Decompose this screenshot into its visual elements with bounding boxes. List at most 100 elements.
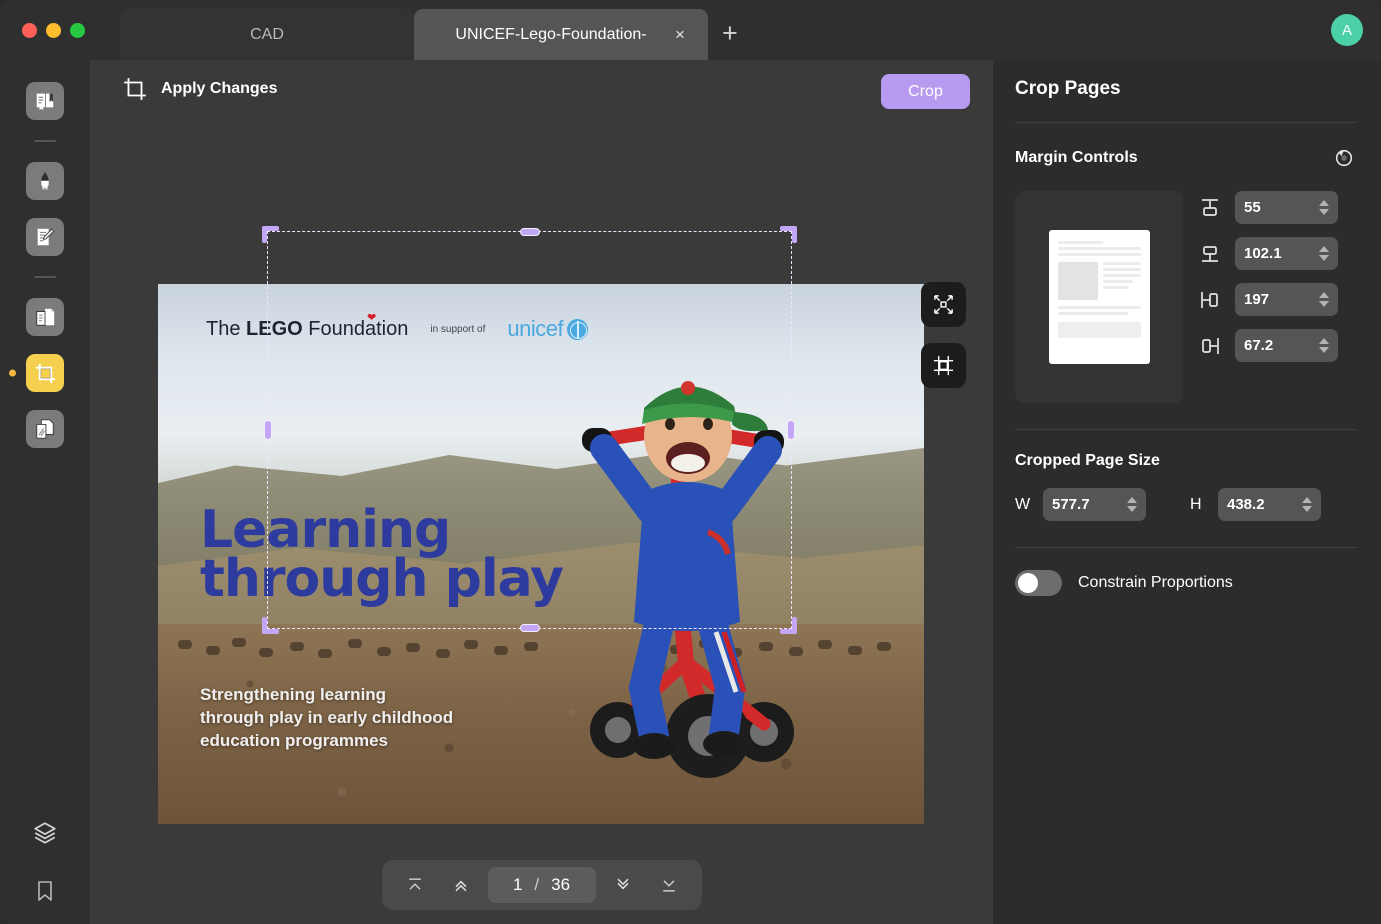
first-page-button[interactable] [396,868,434,902]
traffic-lights [0,22,85,38]
width-arrows [1127,497,1137,512]
margin-top-stepper[interactable]: 55 [1235,191,1338,224]
margin-left-stepper[interactable]: 197 [1235,283,1338,316]
cropped-page-size-title: Cropped Page Size [1015,452,1160,469]
tab-cad[interactable]: CAD [120,9,414,60]
sidebar-item-organize-pages[interactable] [26,298,64,336]
decrement-button[interactable] [1319,301,1329,307]
increment-button[interactable] [1319,200,1329,206]
panel-divider [1015,429,1357,430]
subheadline-line-2: through play in early childhood [200,707,454,727]
decrement-button[interactable] [1127,506,1137,512]
reset-icon [1335,149,1353,167]
unicef-wordmark: unicef [507,316,564,341]
last-page-button[interactable] [650,868,688,902]
document-canvas[interactable]: The LEGO Foundation ❤ in support of unic… [90,124,993,924]
crop-handle-top[interactable] [519,228,540,236]
pages-icon [36,308,55,326]
increment-button[interactable] [1127,497,1137,503]
panel-title: Crop Pages [1015,78,1121,99]
margin-right-stepper[interactable]: 67.2 [1235,329,1338,362]
crop-handle-top-left[interactable] [262,226,279,243]
lego-foundation-logo: The LEGO Foundation ❤ [206,312,408,341]
preview-line [1057,247,1141,250]
sidebar-item-annotate[interactable] [26,218,64,256]
apply-changes-label: Apply Changes [161,80,278,97]
decrement-button[interactable] [1302,506,1312,512]
maximize-window-button[interactable] [70,22,85,38]
preview-block [1057,322,1141,338]
crop-handle-top-right[interactable] [780,226,797,243]
page-navigation-bar: 1 / 36 [381,860,702,910]
height-value: 438.2 [1227,496,1265,513]
chevron-up-icon [454,880,467,892]
margin-top-value: 55 [1244,199,1261,216]
crop-marks-button[interactable] [921,343,966,388]
layers-icon [34,822,56,844]
minimize-window-button[interactable] [46,22,61,38]
margin-top-arrows [1319,200,1329,215]
margin-left-value: 197 [1244,291,1270,308]
increment-button[interactable] [1319,338,1329,344]
preview-line [1102,286,1130,289]
height-label: H [1190,495,1202,513]
application-window: CAD UNICEF-Lego-Foundation- × + A Apply … [0,0,1381,924]
page-separator: / [534,875,540,894]
sidebar-item-highlight[interactable] [26,162,64,200]
sidebar-item-compare[interactable] [26,410,64,448]
sidebar-item-bookmarks[interactable] [30,876,60,906]
increment-button[interactable] [1302,497,1312,503]
page-subheadline: Strengthening learning through play in e… [200,684,453,753]
page-preview-thumbnail [1048,230,1150,364]
margin-right-icon [1197,333,1223,359]
bookmark-icon [38,881,52,901]
width-stepper[interactable]: 577.7 [1043,488,1146,521]
margin-bottom-stepper[interactable]: 102.1 [1235,237,1338,270]
fit-to-screen-button[interactable] [921,282,966,327]
margin-top-icon [1197,195,1223,221]
close-window-button[interactable] [22,22,37,38]
preview-line [1102,274,1141,277]
close-icon[interactable]: × [670,25,690,45]
sidebar-item-layers[interactable] [30,818,60,848]
sidebar-item-crop-pages[interactable] [9,354,64,392]
lego-wordmark: LEGO [246,317,303,340]
previous-page-button[interactable] [442,868,480,902]
preview-text-column [1102,262,1141,300]
constrain-proportions-label: Constrain Proportions [1078,574,1233,591]
margin-left-icon [1197,287,1223,313]
decrement-button[interactable] [1319,255,1329,261]
tab-unicef-lego-foundation[interactable]: UNICEF-Lego-Foundation- × [414,9,708,60]
page-indicator[interactable]: 1 / 36 [487,867,596,903]
margin-bottom-row: 102.1 [1197,237,1338,270]
in-support-of-label: in support of [430,323,486,335]
next-page-button[interactable] [604,868,642,902]
document-page[interactable]: The LEGO Foundation ❤ in support of unic… [158,284,924,824]
margin-steppers: 55 102.1 197 67.2 [1197,191,1338,403]
decrement-button[interactable] [1319,347,1329,353]
page-headline: Learning through play [200,504,564,605]
height-stepper[interactable]: 438.2 [1218,488,1321,521]
crop-button[interactable]: Crop [881,74,970,109]
sidebar-item-read-mode[interactable] [26,82,64,120]
sidebar-bottom-group [0,818,90,906]
margin-controls-header: Margin Controls [1015,145,1357,171]
preview-line [1057,253,1141,256]
active-indicator-dot [9,369,16,377]
edit-document-icon [37,228,55,246]
constrain-proportions-toggle[interactable] [1015,570,1062,596]
increment-button[interactable] [1319,246,1329,252]
apply-changes-button[interactable]: Apply Changes [122,76,277,102]
current-page-value: 1 [512,875,523,894]
sidebar-divider [34,140,56,142]
crop-frame-icon [933,355,954,376]
tool-sidebar [0,60,90,924]
editor-toolbar: Apply Changes Crop [90,60,993,124]
increment-button[interactable] [1319,292,1329,298]
height-arrows [1302,497,1312,512]
decrement-button[interactable] [1319,209,1329,215]
reset-margins-button[interactable] [1331,145,1357,171]
avatar[interactable]: A [1331,14,1363,46]
margin-top-row: 55 [1197,191,1338,224]
new-tab-button[interactable]: + [722,20,738,47]
